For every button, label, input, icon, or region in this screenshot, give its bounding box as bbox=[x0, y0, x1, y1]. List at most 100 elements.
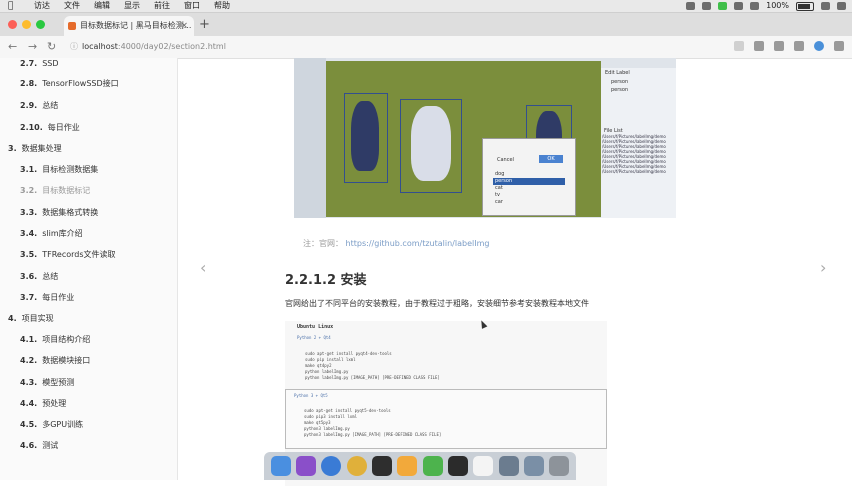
toc-item[interactable]: 3.4. slim库介绍 bbox=[20, 228, 83, 239]
menu-list: 访达 文件 编辑 显示 前往 窗口 帮助 bbox=[34, 0, 230, 12]
reload-icon[interactable]: ↻ bbox=[47, 39, 56, 55]
py3-code-box: Python 3 + Qt5 sudo apt-get install pyqt… bbox=[285, 389, 607, 449]
toc-item[interactable]: 4.5. 多GPU训练 bbox=[20, 419, 83, 430]
py2-label: Python 2 + Qt4 bbox=[297, 335, 331, 340]
toc-item[interactable]: 4.4. 预处理 bbox=[20, 398, 66, 409]
dialog-list-item-selected: person bbox=[493, 178, 565, 185]
toc-item[interactable]: 3.5. TFRecords文件读取 bbox=[20, 249, 116, 260]
next-page-arrow-icon[interactable]: › bbox=[820, 258, 826, 277]
extension-icon[interactable] bbox=[774, 41, 784, 51]
menu-view[interactable]: 显示 bbox=[124, 0, 140, 12]
wechat-icon[interactable] bbox=[718, 2, 728, 10]
url-path: :4000/day02/section2.html bbox=[117, 42, 226, 51]
toc-section[interactable]: 4. 项目实现 bbox=[8, 313, 54, 324]
dialog-list-item: dog bbox=[495, 171, 505, 177]
tab-active[interactable]: 目标数据标记 | 黑马目标检测... × bbox=[64, 16, 194, 36]
pycharm-icon[interactable] bbox=[371, 456, 392, 476]
toc-item[interactable]: 2.9. 总结 bbox=[20, 100, 58, 111]
toc-item[interactable]: 3.7. 每日作业 bbox=[20, 292, 74, 303]
menu-window[interactable]: 窗口 bbox=[184, 0, 200, 12]
finder-icon[interactable] bbox=[270, 456, 291, 476]
dialog-list-item: car bbox=[495, 199, 503, 205]
apple-icon[interactable]:  bbox=[8, 0, 13, 12]
browser-tabbar: 目标数据标记 | 黑马目标检测... × + bbox=[0, 13, 852, 36]
info-icon[interactable]: ⓘ bbox=[70, 42, 78, 51]
label-item: person bbox=[611, 87, 629, 93]
bookmark-star-icon[interactable] bbox=[734, 41, 744, 51]
notes-icon[interactable] bbox=[397, 456, 418, 476]
downloads-icon[interactable] bbox=[523, 456, 544, 476]
minimize-window-button[interactable] bbox=[22, 20, 31, 29]
panel-title: Edit Label bbox=[605, 70, 630, 76]
toc-sidebar: 2.7. SSD 2.8. TensorFlowSSD接口 2.9. 总结 2.10.… bbox=[0, 58, 178, 480]
official-site-link[interactable]: https://github.com/tzutalin/labelImg bbox=[346, 239, 490, 248]
tool-panel bbox=[294, 58, 326, 218]
toc-item[interactable]: 2.8. TensorFlowSSD接口 bbox=[20, 78, 119, 89]
menu-help[interactable]: 帮助 bbox=[214, 0, 230, 12]
main-content: ‹ › Edit Label person person File List /… bbox=[178, 58, 852, 486]
back-icon[interactable]: ← bbox=[8, 39, 17, 55]
toc-item-active[interactable]: 3.2. 目标数据标记 bbox=[20, 185, 90, 196]
chrome-icon[interactable] bbox=[346, 456, 367, 476]
trash-icon[interactable] bbox=[549, 456, 570, 476]
terminal-icon[interactable] bbox=[447, 456, 468, 476]
toc-section[interactable]: 3. 数据集处理 bbox=[8, 143, 62, 154]
section-heading: 2.2.1.2 安装 bbox=[285, 273, 367, 288]
toc-item[interactable]: 2.7. SSD bbox=[20, 59, 59, 68]
macos-dock bbox=[264, 452, 576, 480]
close-window-button[interactable] bbox=[8, 20, 17, 29]
toc-item[interactable]: 3.6. 总结 bbox=[20, 271, 58, 282]
menu-finder[interactable]: 访达 bbox=[34, 0, 50, 12]
toc-item[interactable]: 4.3. 模型预测 bbox=[20, 377, 74, 388]
status-icon[interactable] bbox=[686, 2, 696, 10]
profile-avatar[interactable] bbox=[814, 41, 824, 51]
maximize-window-button[interactable] bbox=[36, 20, 45, 29]
url-field[interactable]: ⓘ localhost:4000/day02/section2.html bbox=[70, 40, 226, 54]
label-item: person bbox=[611, 79, 629, 85]
new-tab-button[interactable]: + bbox=[199, 16, 210, 34]
bounding-box bbox=[344, 93, 388, 183]
more-menu-icon[interactable] bbox=[834, 41, 844, 51]
close-tab-icon[interactable]: × bbox=[180, 16, 188, 36]
file-list: /Users/f/Pictures/labelImg/demo/Users/f/… bbox=[602, 134, 666, 174]
prev-page-arrow-icon[interactable]: ‹ bbox=[200, 258, 206, 277]
battery-percent: 100% bbox=[766, 1, 789, 10]
toc-item[interactable]: 4.6. 测试 bbox=[20, 440, 58, 451]
status-area: 100% bbox=[686, 0, 846, 12]
toc-item[interactable]: 4.1. 项目结构介绍 bbox=[20, 334, 90, 345]
dialog-list-item: tv bbox=[495, 192, 500, 198]
extension-icon[interactable] bbox=[794, 41, 804, 51]
dialog-ok-button: OK bbox=[539, 155, 563, 163]
wifi-icon[interactable] bbox=[750, 2, 760, 10]
labelimg-screenshot: Edit Label person person File List /User… bbox=[294, 58, 676, 218]
status-icon[interactable] bbox=[734, 2, 744, 10]
intro-paragraph: 官网给出了不同平台的安装教程，由于教程过于粗略，安装细节参考安装教程本地文件 bbox=[285, 299, 589, 308]
favicon-icon bbox=[68, 22, 76, 30]
py2-code: sudo apt-get install pyqt4-dev-tools sud… bbox=[305, 351, 440, 380]
toc-item[interactable]: 3.1. 目标检测数据集 bbox=[20, 164, 98, 175]
status-icon[interactable] bbox=[702, 2, 712, 10]
toolbar-icons bbox=[734, 41, 844, 51]
battery-icon[interactable] bbox=[796, 1, 814, 11]
bounding-box bbox=[400, 99, 462, 193]
forward-icon[interactable]: → bbox=[28, 39, 37, 55]
macos-menubar:  访达 文件 编辑 显示 前往 窗口 帮助 100% bbox=[0, 0, 852, 13]
search-icon[interactable] bbox=[821, 2, 830, 10]
extension-icon[interactable] bbox=[754, 41, 764, 51]
preview-icon[interactable] bbox=[473, 456, 494, 476]
menu-file[interactable]: 文件 bbox=[64, 0, 80, 12]
wechat-icon[interactable] bbox=[422, 456, 443, 476]
toc-item[interactable]: 2.10. 每日作业 bbox=[20, 122, 80, 133]
toc-item[interactable]: 3.3. 数据集格式转换 bbox=[20, 207, 98, 218]
dialog-cancel-button: Cancel bbox=[497, 157, 514, 163]
app-icon[interactable] bbox=[498, 456, 519, 476]
tab-title: 目标数据标记 | 黑马目标检测... bbox=[80, 21, 192, 30]
menu-edit[interactable]: 编辑 bbox=[94, 0, 110, 12]
siri-icon[interactable] bbox=[295, 456, 316, 476]
toc-item[interactable]: 4.2. 数据模块接口 bbox=[20, 355, 90, 366]
menu-list-icon[interactable] bbox=[837, 2, 846, 10]
py3-label: Python 3 + Qt5 bbox=[294, 393, 328, 398]
menu-go[interactable]: 前往 bbox=[154, 0, 170, 12]
address-bar-row: ← → ↻ ⓘ localhost:4000/day02/section2.htm… bbox=[0, 36, 852, 59]
safari-icon[interactable] bbox=[321, 456, 342, 476]
